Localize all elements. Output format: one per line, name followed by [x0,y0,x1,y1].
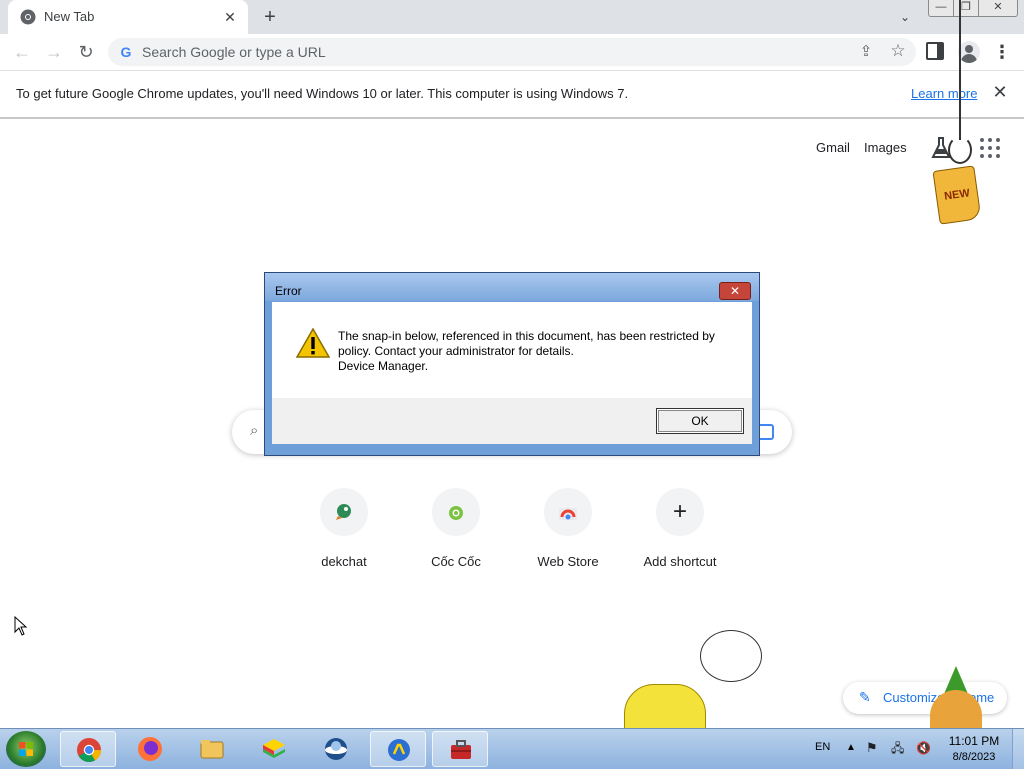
volume-muted-icon[interactable]: 🔇 [916,741,934,755]
clock-date[interactable]: 8/8/2023 [946,751,1002,763]
toolbox-icon [451,740,471,759]
profile-avatar-icon[interactable] [958,41,980,63]
dialog-footer: OK [272,398,752,444]
tab-new-tab[interactable]: New Tab ✕ [8,0,248,34]
app-icon [388,739,410,761]
bubble-decoration [700,630,762,682]
back-icon[interactable]: ← [8,38,36,66]
bookmark-star-icon[interactable]: ☆ [888,41,908,61]
windows-logo-icon [19,742,33,756]
dialog-body: The snap-in below, referenced in this do… [272,302,752,398]
coccoc-icon [432,488,480,536]
images-link[interactable]: Images [864,140,907,155]
new-tag-gadget[interactable]: NEW [932,165,982,225]
taskbar-app[interactable] [432,731,488,767]
toolbar: ← → ↻ G ⇪ ☆ ⋮ [0,34,1024,70]
gadget-rope [959,0,961,140]
dialog-title: Error [275,284,302,298]
gmail-link[interactable]: Gmail [816,140,850,155]
customize-chrome-button[interactable]: ✎ Customize Chrome [843,682,1007,714]
google-apps-icon[interactable] [980,138,1000,158]
dialog-message-line: The snap-in below, referenced in this do… [338,329,715,343]
network-icon[interactable]: 🖧 [891,741,907,755]
taskbar-bluestacks[interactable] [246,731,302,767]
shortcut-coccoc[interactable]: Cốc Cốc [400,488,512,578]
taskbar-firefox[interactable] [122,731,178,767]
dialog-close-button[interactable]: ✕ [719,282,751,300]
dekchat-icon [320,488,368,536]
explorer-folder-icon [200,740,224,759]
taskbar-app[interactable] [370,731,426,767]
maximize-button[interactable]: ❐ [953,0,979,17]
dialog-message-line: Device Manager. [338,359,429,373]
side-panel-icon[interactable] [926,42,944,60]
share-icon[interactable]: ⇪ [856,42,876,62]
infobar-message: To get future Google Chrome updates, you… [16,86,629,101]
omnibox-input[interactable] [142,38,782,66]
ok-button[interactable]: OK [656,408,744,434]
google-icon: G [120,44,132,60]
reload-icon[interactable]: ↻ [72,38,100,66]
taskbar-explorer[interactable] [184,731,240,767]
pencil-icon: ✎ [859,689,871,705]
warning-icon [296,328,330,358]
windows-taskbar: EN ▲ ⚑ 🖧 🔇 11:01 PM 8/8/2023 [0,728,1024,769]
tab-strip: New Tab ✕ + ⌄ — ❐ ✕ [0,0,1024,34]
chrome-icon [20,9,36,25]
shortcut-label: Web Store [537,554,599,569]
language-indicator[interactable]: EN [815,741,830,753]
tab-title: New Tab [44,9,95,24]
chrome-icon [77,738,101,763]
forward-icon[interactable]: → [40,38,68,66]
app-icon [325,738,347,760]
kebab-menu-icon[interactable]: ⋮ [992,40,1012,64]
shortcut-dekchat[interactable]: dekchat [288,488,400,578]
omnibox[interactable]: G ⇪ ☆ [108,38,916,66]
gadget-hook [948,136,972,164]
minimize-button[interactable]: — [928,0,954,17]
tab-search-icon[interactable]: ⌄ [894,6,916,28]
window-close-button[interactable]: ✕ [978,0,1018,17]
new-tab-button[interactable]: + [258,6,282,28]
plus-glyph: + [672,498,687,525]
webstore-icon [544,488,592,536]
taskbar-chrome[interactable] [60,731,116,767]
show-desktop-button[interactable] [1012,729,1024,769]
clock-time[interactable]: 11:01 PM [946,734,1002,748]
shortcut-label: Cốc Cốc [431,554,481,569]
action-center-flag-icon[interactable]: ⚑ [866,741,880,755]
add-shortcut-button[interactable]: + Add shortcut [624,488,736,578]
update-infobar: To get future Google Chrome updates, you… [0,70,1024,119]
start-button[interactable] [6,731,46,767]
shortcut-web-store[interactable]: Web Store [512,488,624,578]
shortcut-label: Add shortcut [643,554,717,569]
tab-close-icon[interactable]: ✕ [220,7,240,27]
infobar-close-icon[interactable]: ✕ [990,82,1010,102]
shortcut-label: dekchat [321,554,367,569]
error-dialog: Error ✕ The snap-in below, referenced in… [264,272,760,456]
dialog-titlebar[interactable]: Error ✕ [265,273,759,301]
dialog-message-line: policy. Contact your administrator for d… [338,344,574,358]
tray-expand-icon[interactable]: ▲ [846,742,856,753]
taskbar-app[interactable] [308,731,364,767]
firefox-icon [138,737,162,761]
bluestacks-icon [263,739,285,758]
learn-more-link[interactable]: Learn more [911,86,977,101]
spongebob-decoration [624,684,706,730]
plus-icon: + [656,488,704,536]
